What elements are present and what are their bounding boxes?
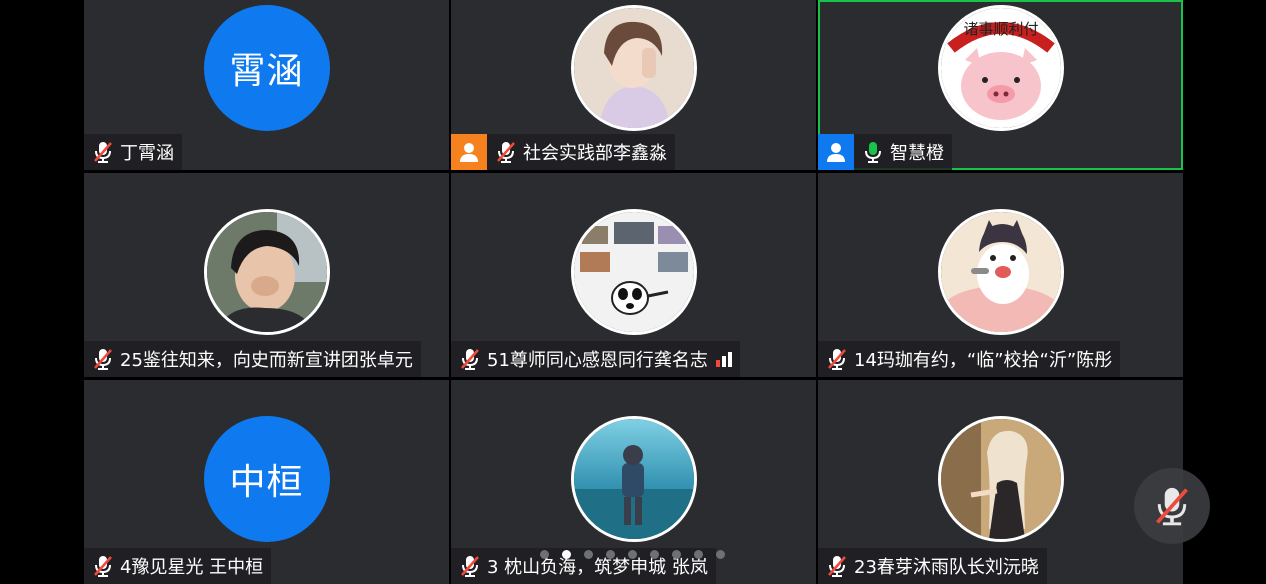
participant-name: 23春芽沐雨队长刘沅晓 [854, 557, 1039, 578]
avatar: 霄涵 [203, 5, 330, 131]
participant-tile[interactable]: 14玛珈有约，“临”校拾“沂”陈彤 [818, 173, 1183, 377]
mic-muted-icon [455, 341, 485, 377]
participant-label: 23春芽沐雨队长刘沅晓 [818, 548, 1047, 584]
participant-tile[interactable]: 中桓 4豫见星光 王中桓 [84, 380, 449, 584]
participant-name: 智慧橙 [890, 143, 944, 164]
avatar [570, 416, 697, 542]
mic-active-icon [858, 134, 888, 170]
mic-muted-icon [88, 548, 118, 584]
participant-tile[interactable]: 霄涵 丁霄涵 [84, 0, 449, 170]
participant-tile[interactable]: 25鉴往知来，向史而新宣讲团张卓元 [84, 173, 449, 377]
signal-strength-icon [715, 351, 732, 367]
participant-tile[interactable]: 51尊师同心感恩同行龚名志 [451, 173, 816, 377]
mic-off-icon [1156, 487, 1188, 526]
page-dot[interactable] [606, 550, 615, 559]
participant-name: 51尊师同心感恩同行龚名志 [487, 350, 708, 371]
user-icon [827, 143, 845, 162]
page-dot[interactable] [584, 550, 593, 559]
participant-label: 智慧橙 [818, 134, 952, 170]
participant-label: 14玛珈有约，“临”校拾“沂”陈彤 [818, 341, 1121, 377]
page-dot[interactable] [716, 550, 725, 559]
host-badge [818, 134, 854, 170]
page-dot[interactable] [672, 550, 681, 559]
video-grid: 霄涵 丁霄涵 社会实践部李鑫淼 诸事顺利付 智慧橙 25鉴往知来，向史而新宣讲团… [84, 0, 1183, 584]
mic-muted-icon [822, 548, 852, 584]
avatar [937, 416, 1064, 542]
participant-name: 25鉴往知来，向史而新宣讲团张卓元 [120, 350, 413, 371]
mic-muted-icon [491, 134, 521, 170]
page-dot[interactable] [628, 550, 637, 559]
avatar: 诸事顺利付 [937, 5, 1064, 131]
avatar [203, 209, 330, 335]
mic-muted-icon [822, 341, 852, 377]
page-indicator[interactable] [540, 550, 725, 559]
participant-tile[interactable]: 社会实践部李鑫淼 [451, 0, 816, 170]
page-dot[interactable] [650, 550, 659, 559]
participant-name: 丁霄涵 [120, 143, 174, 164]
participant-label: 社会实践部李鑫淼 [451, 134, 675, 170]
user-icon [460, 143, 478, 162]
avatar [937, 209, 1064, 335]
participant-tile[interactable]: 诸事顺利付 智慧橙 [818, 0, 1183, 170]
avatar [570, 209, 697, 335]
page-dot[interactable] [694, 550, 703, 559]
host-badge [451, 134, 487, 170]
page-dot[interactable] [562, 550, 571, 559]
mic-muted-icon [455, 548, 485, 584]
participant-label: 25鉴往知来，向史而新宣讲团张卓元 [84, 341, 421, 377]
participant-label: 4豫见星光 王中桓 [84, 548, 272, 584]
participant-name: 社会实践部李鑫淼 [523, 143, 667, 164]
avatar: 中桓 [203, 416, 330, 542]
page-dot[interactable] [540, 550, 549, 559]
avatar [570, 5, 697, 131]
mute-toggle-button[interactable] [1134, 468, 1210, 544]
mic-muted-icon [88, 341, 118, 377]
participant-name: 14玛珈有约，“临”校拾“沂”陈彤 [854, 350, 1113, 371]
mic-muted-icon [88, 134, 118, 170]
participant-name: 4豫见星光 王中桓 [120, 557, 264, 578]
svg-text:诸事顺利付: 诸事顺利付 [963, 20, 1038, 38]
participant-label: 51尊师同心感恩同行龚名志 [451, 341, 740, 377]
participant-tile[interactable]: 23春芽沐雨队长刘沅晓 [818, 380, 1183, 584]
participant-label: 丁霄涵 [84, 134, 182, 170]
